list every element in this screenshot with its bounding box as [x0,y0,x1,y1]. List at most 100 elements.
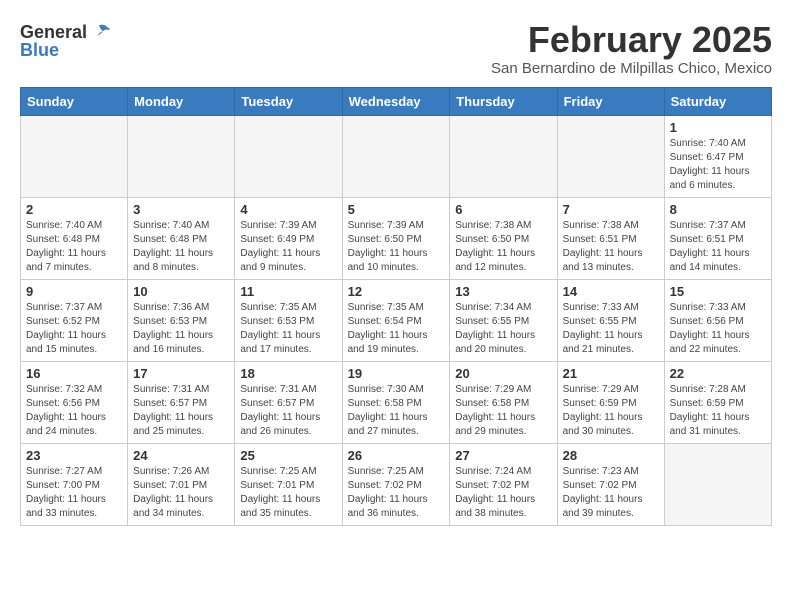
day-info: Sunrise: 7:34 AM Sunset: 6:55 PM Dayligh… [455,301,551,357]
weekday-header-monday: Monday [128,87,235,115]
day-info: Sunrise: 7:27 AM Sunset: 7:00 PM Dayligh… [26,465,122,521]
day-number: 1 [670,120,766,135]
day-info: Sunrise: 7:32 AM Sunset: 6:56 PM Dayligh… [26,383,122,439]
logo-bird-icon [87,20,111,44]
day-cell: 22 Sunrise: 7:28 AM Sunset: 6:59 PM Dayli… [664,361,771,443]
day-number: 27 [455,448,551,463]
day-info: Sunrise: 7:35 AM Sunset: 6:54 PM Dayligh… [348,301,445,357]
weekday-header-sunday: Sunday [21,87,128,115]
day-number: 9 [26,284,122,299]
day-cell: 18 Sunrise: 7:31 AM Sunset: 6:57 PM Dayli… [235,361,342,443]
day-info: Sunrise: 7:31 AM Sunset: 6:57 PM Dayligh… [133,383,229,439]
day-number: 7 [563,202,659,217]
day-number: 25 [240,448,336,463]
day-info: Sunrise: 7:29 AM Sunset: 6:58 PM Dayligh… [455,383,551,439]
day-cell [450,115,557,197]
day-info: Sunrise: 7:25 AM Sunset: 7:01 PM Dayligh… [240,465,336,521]
day-cell: 5 Sunrise: 7:39 AM Sunset: 6:50 PM Daylig… [342,197,450,279]
day-info: Sunrise: 7:33 AM Sunset: 6:55 PM Dayligh… [563,301,659,357]
day-info: Sunrise: 7:24 AM Sunset: 7:02 PM Dayligh… [455,465,551,521]
day-cell: 8 Sunrise: 7:37 AM Sunset: 6:51 PM Daylig… [664,197,771,279]
day-cell: 7 Sunrise: 7:38 AM Sunset: 6:51 PM Daylig… [557,197,664,279]
day-info: Sunrise: 7:40 AM Sunset: 6:48 PM Dayligh… [133,219,229,275]
day-number: 5 [348,202,445,217]
logo: General Blue [20,20,111,61]
day-cell: 20 Sunrise: 7:29 AM Sunset: 6:58 PM Dayli… [450,361,557,443]
day-info: Sunrise: 7:23 AM Sunset: 7:02 PM Dayligh… [563,465,659,521]
day-cell: 26 Sunrise: 7:25 AM Sunset: 7:02 PM Dayli… [342,443,450,525]
day-number: 26 [348,448,445,463]
day-cell [664,443,771,525]
day-info: Sunrise: 7:40 AM Sunset: 6:48 PM Dayligh… [26,219,122,275]
title-area: February 2025 San Bernardino de Milpilla… [491,20,772,77]
day-cell: 11Sunrise: 7:35 AM Sunset: 6:53 PM Dayli… [235,279,342,361]
day-cell: 24 Sunrise: 7:26 AM Sunset: 7:01 PM Dayli… [128,443,235,525]
weekday-header-wednesday: Wednesday [342,87,450,115]
weekday-header-saturday: Saturday [664,87,771,115]
day-number: 18 [240,366,336,381]
day-cell: 28 Sunrise: 7:23 AM Sunset: 7:02 PM Dayli… [557,443,664,525]
day-info: Sunrise: 7:38 AM Sunset: 6:50 PM Dayligh… [455,219,551,275]
day-number: 15 [670,284,766,299]
day-info: Sunrise: 7:25 AM Sunset: 7:02 PM Dayligh… [348,465,445,521]
day-number: 8 [670,202,766,217]
day-cell: 13 Sunrise: 7:34 AM Sunset: 6:55 PM Dayli… [450,279,557,361]
week-row-5: 23 Sunrise: 7:27 AM Sunset: 7:00 PM Dayli… [21,443,772,525]
day-number: 6 [455,202,551,217]
page-header: General Blue February 2025 San Bernardin… [20,20,772,77]
week-row-4: 16 Sunrise: 7:32 AM Sunset: 6:56 PM Dayli… [21,361,772,443]
day-info: Sunrise: 7:26 AM Sunset: 7:01 PM Dayligh… [133,465,229,521]
logo-blue-text: Blue [20,40,59,61]
day-number: 19 [348,366,445,381]
day-number: 10 [133,284,229,299]
day-cell: 4 Sunrise: 7:39 AM Sunset: 6:49 PM Daylig… [235,197,342,279]
day-info: Sunrise: 7:39 AM Sunset: 6:50 PM Dayligh… [348,219,445,275]
day-number: 4 [240,202,336,217]
day-number: 2 [26,202,122,217]
day-cell [342,115,450,197]
day-cell: 9 Sunrise: 7:37 AM Sunset: 6:52 PM Daylig… [21,279,128,361]
day-number: 22 [670,366,766,381]
day-info: Sunrise: 7:31 AM Sunset: 6:57 PM Dayligh… [240,383,336,439]
day-number: 3 [133,202,229,217]
day-cell [128,115,235,197]
day-info: Sunrise: 7:37 AM Sunset: 6:52 PM Dayligh… [26,301,122,357]
day-number: 16 [26,366,122,381]
day-cell: 2 Sunrise: 7:40 AM Sunset: 6:48 PM Daylig… [21,197,128,279]
week-row-1: 1 Sunrise: 7:40 AM Sunset: 6:47 PM Daylig… [21,115,772,197]
day-number: 13 [455,284,551,299]
day-info: Sunrise: 7:29 AM Sunset: 6:59 PM Dayligh… [563,383,659,439]
day-number: 12 [348,284,445,299]
day-number: 24 [133,448,229,463]
day-info: Sunrise: 7:40 AM Sunset: 6:47 PM Dayligh… [670,137,766,193]
month-title: February 2025 [491,20,772,60]
day-cell: 1 Sunrise: 7:40 AM Sunset: 6:47 PM Daylig… [664,115,771,197]
day-info: Sunrise: 7:28 AM Sunset: 6:59 PM Dayligh… [670,383,766,439]
day-cell: 3 Sunrise: 7:40 AM Sunset: 6:48 PM Daylig… [128,197,235,279]
day-cell: 6 Sunrise: 7:38 AM Sunset: 6:50 PM Daylig… [450,197,557,279]
day-number: 11 [240,284,336,299]
weekday-header-row: SundayMondayTuesdayWednesdayThursdayFrid… [21,87,772,115]
day-info: Sunrise: 7:33 AM Sunset: 6:56 PM Dayligh… [670,301,766,357]
day-cell: 14 Sunrise: 7:33 AM Sunset: 6:55 PM Dayli… [557,279,664,361]
day-number: 28 [563,448,659,463]
day-cell: 21Sunrise: 7:29 AM Sunset: 6:59 PM Dayli… [557,361,664,443]
weekday-header-tuesday: Tuesday [235,87,342,115]
day-info: Sunrise: 7:30 AM Sunset: 6:58 PM Dayligh… [348,383,445,439]
day-number: 17 [133,366,229,381]
day-cell [235,115,342,197]
day-cell: 27 Sunrise: 7:24 AM Sunset: 7:02 PM Dayli… [450,443,557,525]
day-number: 20 [455,366,551,381]
day-info: Sunrise: 7:36 AM Sunset: 6:53 PM Dayligh… [133,301,229,357]
day-number: 14 [563,284,659,299]
day-info: Sunrise: 7:38 AM Sunset: 6:51 PM Dayligh… [563,219,659,275]
weekday-header-friday: Friday [557,87,664,115]
day-cell [557,115,664,197]
day-info: Sunrise: 7:37 AM Sunset: 6:51 PM Dayligh… [670,219,766,275]
day-number: 23 [26,448,122,463]
day-cell [21,115,128,197]
day-info: Sunrise: 7:39 AM Sunset: 6:49 PM Dayligh… [240,219,336,275]
weekday-header-thursday: Thursday [450,87,557,115]
week-row-3: 9 Sunrise: 7:37 AM Sunset: 6:52 PM Daylig… [21,279,772,361]
location: San Bernardino de Milpillas Chico, Mexic… [491,60,772,77]
